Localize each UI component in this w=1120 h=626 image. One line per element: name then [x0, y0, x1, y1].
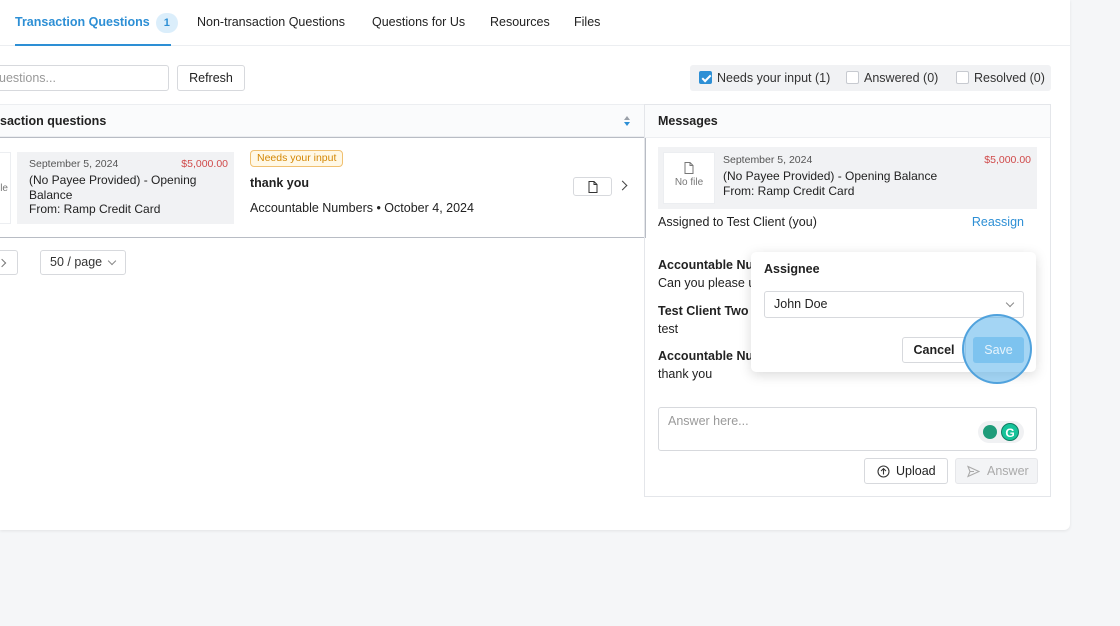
grammarly-widget[interactable]: G — [978, 421, 1024, 443]
page-size-select[interactable]: 50 / page — [40, 250, 126, 275]
next-page-button[interactable] — [0, 250, 18, 275]
reassign-link[interactable]: Reassign — [972, 215, 1024, 229]
answer-button[interactable]: Answer — [955, 458, 1038, 484]
transaction-summary: September 5, 2024 $5,000.00 (No Payee Pr… — [17, 152, 234, 224]
sort-icon[interactable] — [623, 115, 631, 127]
transaction-source: From: Ramp Credit Card — [29, 202, 161, 216]
transaction-description: (No Payee Provided) - Opening Balance Fr… — [29, 173, 229, 217]
checkbox-checked[interactable] — [699, 71, 712, 84]
count-badge: 1 — [155, 13, 178, 33]
tab-label: Non-transaction Questions — [197, 15, 345, 29]
message-body: thank you — [658, 367, 713, 381]
message-author: Accountable Nur — [658, 349, 759, 363]
transaction-date: September 5, 2024 — [29, 158, 119, 170]
tab-label: Questions for Us — [372, 15, 466, 29]
refresh-button[interactable]: Refresh — [177, 65, 245, 91]
popover-title: Assignee — [764, 262, 820, 276]
search-input[interactable]: uestions... — [0, 65, 169, 91]
answer-label: Answer — [987, 464, 1029, 478]
no-file-label: No file — [674, 177, 704, 188]
transaction-amount: $5,000.00 — [984, 154, 1031, 166]
list-header: saction questions — [0, 104, 645, 137]
list-title: saction questions — [0, 114, 107, 128]
filter-resolved[interactable]: Resolved (0) — [956, 65, 1045, 91]
tab-questions-for-us[interactable]: Questions for Us — [372, 0, 465, 46]
answer-placeholder: Answer here... — [668, 414, 749, 428]
chevron-right-icon — [0, 258, 7, 268]
tab-transaction-questions[interactable]: Transaction Questions 1 — [15, 0, 178, 46]
assignee-select[interactable]: John Doe — [764, 291, 1024, 318]
question-text: thank you — [250, 176, 310, 190]
chevron-down-icon — [107, 256, 117, 266]
filter-label: Resolved (0) — [974, 71, 1045, 85]
tab-bar: Transaction Questions 1 Non-transaction Q… — [0, 0, 1070, 46]
transaction-description: (No Payee Provided) - Opening Balance Fr… — [723, 169, 937, 198]
transaction-date: September 5, 2024 — [723, 154, 813, 166]
document-button[interactable] — [573, 177, 612, 196]
filter-label: Needs your input (1) — [717, 71, 831, 85]
tab-label: Transaction Questions — [15, 15, 150, 29]
filter-needs-input[interactable]: Needs your input (1) — [699, 65, 830, 91]
save-button[interactable]: Save — [973, 337, 1024, 363]
filter-answered[interactable]: Answered (0) — [846, 65, 938, 91]
file-thumbnail: No file — [663, 152, 715, 204]
assignee-value: John Doe — [774, 297, 828, 311]
lightbulb-icon — [983, 425, 997, 439]
grammarly-icon: G — [1001, 423, 1019, 441]
tab-label: Files — [574, 15, 601, 29]
description-line: (No Payee Provided) - Opening — [29, 173, 197, 187]
tab-resources[interactable]: Resources — [490, 0, 550, 46]
document-icon — [684, 162, 694, 174]
description-line: Balance — [29, 187, 73, 202]
page-size-value: 50 / page — [50, 255, 103, 269]
file-thumbnail: ile — [0, 152, 11, 224]
status-filter-group: Needs your input (1) Answered (0) Resolv… — [690, 65, 1051, 91]
question-meta: Accountable Numbers • October 4, 2024 — [250, 201, 474, 215]
description-line: (No Payee Provided) - Opening Balance — [723, 169, 938, 183]
message-transaction-summary: No file September 5, 2024 $5,000.00 (No … — [658, 147, 1037, 209]
messages-header: Messages — [645, 105, 1050, 138]
cancel-button[interactable]: Cancel — [902, 337, 966, 363]
document-icon — [588, 181, 598, 193]
status-badge: Needs your input — [250, 150, 344, 167]
checkbox[interactable] — [956, 71, 969, 84]
chevron-down-icon — [1005, 298, 1015, 308]
upload-label: Upload — [896, 464, 936, 478]
send-icon — [967, 465, 980, 478]
message-body: Can you please u — [658, 276, 756, 290]
answer-input[interactable]: Answer here... G — [658, 407, 1037, 451]
message-author: Test Client Two — [658, 304, 749, 318]
tab-files[interactable]: Files — [574, 0, 600, 46]
message-body: test — [658, 322, 679, 336]
tab-non-transaction-questions[interactable]: Non-transaction Questions — [197, 0, 345, 46]
transaction-amount: $5,000.00 — [181, 158, 228, 170]
tab-label: Resources — [490, 15, 550, 29]
transaction-source: From: Ramp Credit Card — [723, 183, 855, 198]
checkbox[interactable] — [846, 71, 859, 84]
upload-icon — [877, 465, 890, 478]
upload-button[interactable]: Upload — [864, 458, 948, 484]
filter-label: Answered (0) — [864, 71, 939, 85]
assignee-text: Assigned to Test Client (you) — [658, 215, 817, 229]
message-author: Accountable Nur — [658, 258, 759, 272]
